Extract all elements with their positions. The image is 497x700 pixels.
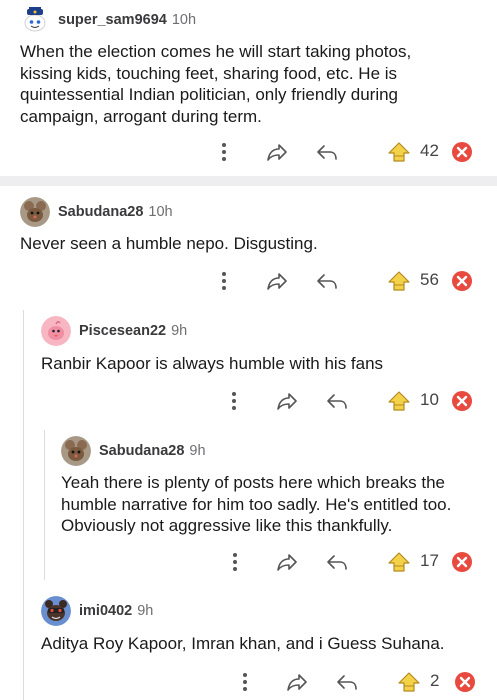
comment-text-line: quintessential Indian politician, only f…	[20, 85, 399, 104]
username[interactable]: Sabudana28	[58, 204, 143, 220]
timestamp: 9h	[137, 603, 154, 619]
comment-text-line: Never seen a humble nepo. Disgusting.	[20, 234, 318, 253]
vote-score: 2	[430, 671, 440, 690]
more-options-icon[interactable]	[222, 549, 248, 575]
reply-icon[interactable]	[314, 268, 340, 294]
comment-actions: 10	[0, 388, 497, 414]
more-options-icon[interactable]	[211, 268, 237, 294]
comment-text-line: When the election comes he will start ta…	[20, 42, 412, 61]
comment-body: Never seen a humble nepo. Disgusting.	[20, 233, 318, 255]
thread-line[interactable]	[23, 310, 24, 700]
downvote-icon[interactable]	[449, 388, 475, 414]
share-icon[interactable]	[274, 388, 300, 414]
downvote-icon[interactable]	[449, 549, 475, 575]
reply-icon[interactable]	[314, 139, 340, 165]
comment-body: When the election comes he will start ta…	[20, 41, 411, 127]
comment-body: Yeah there is plenty of posts here which…	[61, 472, 451, 537]
comment-separator	[0, 176, 497, 186]
mouse-avatar-icon[interactable]	[61, 436, 91, 466]
comment-body: Aditya Roy Kapoor, Imran khan, and i Gue…	[41, 633, 445, 655]
comment-actions: 42	[0, 139, 497, 165]
bear-avatar-icon[interactable]	[41, 596, 71, 626]
vote-score: 56	[420, 270, 439, 289]
pink-bird-avatar-icon[interactable]	[41, 316, 71, 346]
vote-score: 17	[420, 551, 439, 570]
downvote-icon[interactable]	[449, 139, 475, 165]
username[interactable]: super_sam9694	[58, 12, 167, 28]
username[interactable]: imi0402	[79, 603, 132, 619]
upvote-icon[interactable]	[386, 268, 412, 294]
upvote-icon[interactable]	[396, 669, 422, 695]
comment-text-line: Aditya Roy Kapoor, Imran khan, and i Gue…	[41, 634, 445, 653]
comment-text-line: humble narrative for him too sadly. He's…	[61, 494, 452, 514]
share-icon[interactable]	[274, 549, 300, 575]
comment-actions: 17	[0, 549, 497, 575]
username[interactable]: Piscesean22	[79, 323, 166, 339]
reply-icon[interactable]	[324, 388, 350, 414]
comment-text-line: Obviously not aggressive like this thank…	[61, 516, 393, 535]
more-options-icon[interactable]	[211, 139, 237, 165]
share-icon[interactable]	[284, 669, 310, 695]
reply-icon[interactable]	[324, 549, 350, 575]
reply-icon[interactable]	[334, 669, 360, 695]
share-icon[interactable]	[264, 268, 290, 294]
timestamp: 10h	[171, 12, 197, 28]
comment-text-line: kissing kids, touching feet, sharing foo…	[20, 63, 398, 83]
snoo-avatar-icon[interactable]	[20, 5, 50, 35]
downvote-icon[interactable]	[449, 268, 475, 294]
comment-text-line: Ranbir Kapoor is always humble with his …	[41, 354, 384, 373]
more-options-icon[interactable]	[221, 388, 247, 414]
vote-score: 42	[420, 141, 439, 160]
comment-actions: 56	[0, 268, 497, 294]
upvote-icon[interactable]	[386, 139, 412, 165]
downvote-icon[interactable]	[452, 669, 478, 695]
username[interactable]: Sabudana28	[99, 443, 184, 459]
upvote-icon[interactable]	[386, 549, 412, 575]
more-options-icon[interactable]	[232, 669, 258, 695]
timestamp: 9h	[171, 323, 188, 339]
vote-score: 10	[420, 390, 439, 409]
upvote-icon[interactable]	[386, 388, 412, 414]
timestamp: 10h	[148, 204, 173, 220]
mouse-avatar-icon[interactable]	[20, 197, 50, 227]
comment-text-line: Yeah there is plenty of posts here which…	[61, 473, 445, 492]
share-icon[interactable]	[264, 139, 290, 165]
comment-text-line: campaign, arrogant during term.	[20, 106, 262, 126]
timestamp: 9h	[189, 443, 206, 459]
comment-actions: 2	[0, 669, 497, 695]
comment-body: Ranbir Kapoor is always humble with his …	[41, 353, 383, 375]
